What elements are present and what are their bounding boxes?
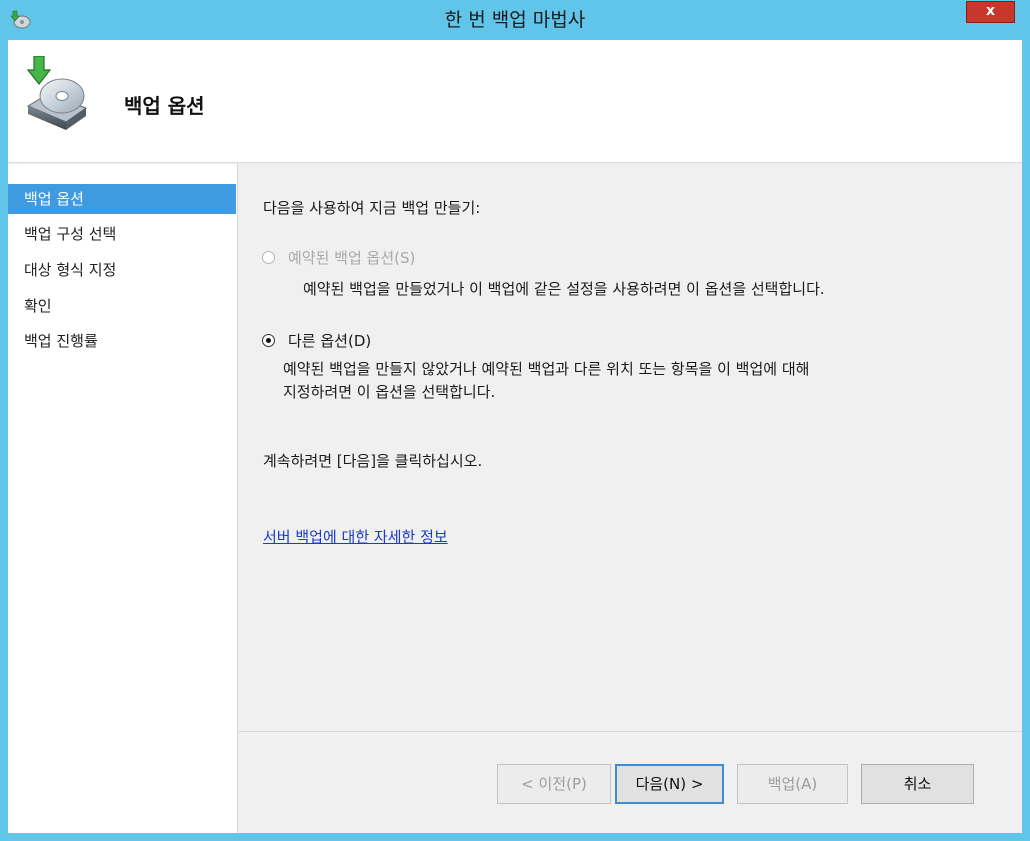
title-bar[interactable]: 한 번 백업 마법사 x [0,0,1030,40]
scheduled-backup-description: 예약된 백업을 만들었거나 이 백업에 같은 설정을 사용하려면 이 옵션을 선… [303,280,825,298]
different-options-label[interactable]: 다른 옵션(D) [288,330,371,351]
wizard-content: 다음을 사용하여 지금 백업 만들기: 예약된 백업 옵션(S) 예약된 백업을… [238,164,1022,833]
page-title: 백업 옵션 [124,94,205,118]
different-options-description-line2: 지정하려면 이 옵션을 선택합니다. [283,383,496,401]
wizard-header: 백업 옵션 [8,40,1022,163]
wizard-client-area: 백업 옵션 백업 옵션 백업 구성 선택 대상 형식 지정 확인 백업 진행률 … [8,40,1022,833]
intro-text: 다음을 사용하여 지금 백업 만들기: [263,199,481,217]
backup-drive-icon [26,56,88,130]
nav-item-backup-progress[interactable]: 백업 진행률 [8,326,236,356]
radio-selected-dot [266,338,271,343]
nav-item-backup-options[interactable]: 백업 옵션 [8,184,236,214]
backup-button[interactable]: 백업(A) [737,764,848,804]
wizard-window: 한 번 백업 마법사 x 백업 옵션 백업 옵션 백업 구성 선택 대상 형식 … [0,0,1030,841]
nav-item-confirmation[interactable]: 확인 [8,291,236,321]
scheduled-backup-radio[interactable] [262,251,275,264]
window-title: 한 번 백업 마법사 [444,9,586,31]
previous-button[interactable]: < 이전(P) [497,764,611,804]
nav-item-select-backup-configuration[interactable]: 백업 구성 선택 [8,219,236,249]
different-options-radio[interactable] [262,334,275,347]
nav-item-specify-destination-type[interactable]: 대상 형식 지정 [8,255,236,285]
wizard-steps-nav: 백업 옵션 백업 구성 선택 대상 형식 지정 확인 백업 진행률 [8,164,238,833]
continue-instruction: 계속하려면 [다음]을 클릭하십시오. [263,452,483,470]
cancel-button[interactable]: 취소 [861,764,974,804]
scheduled-backup-label[interactable]: 예약된 백업 옵션(S) [288,247,415,268]
server-backup-help-link[interactable]: 서버 백업에 대한 자세한 정보 [263,526,448,547]
footer-divider [238,731,1022,732]
close-button[interactable]: x [966,1,1015,23]
different-options-description-line1: 예약된 백업을 만들지 않았거나 예약된 백업과 다른 위치 또는 항목을 이 … [283,360,810,378]
next-button[interactable]: 다음(N) > [615,764,724,804]
